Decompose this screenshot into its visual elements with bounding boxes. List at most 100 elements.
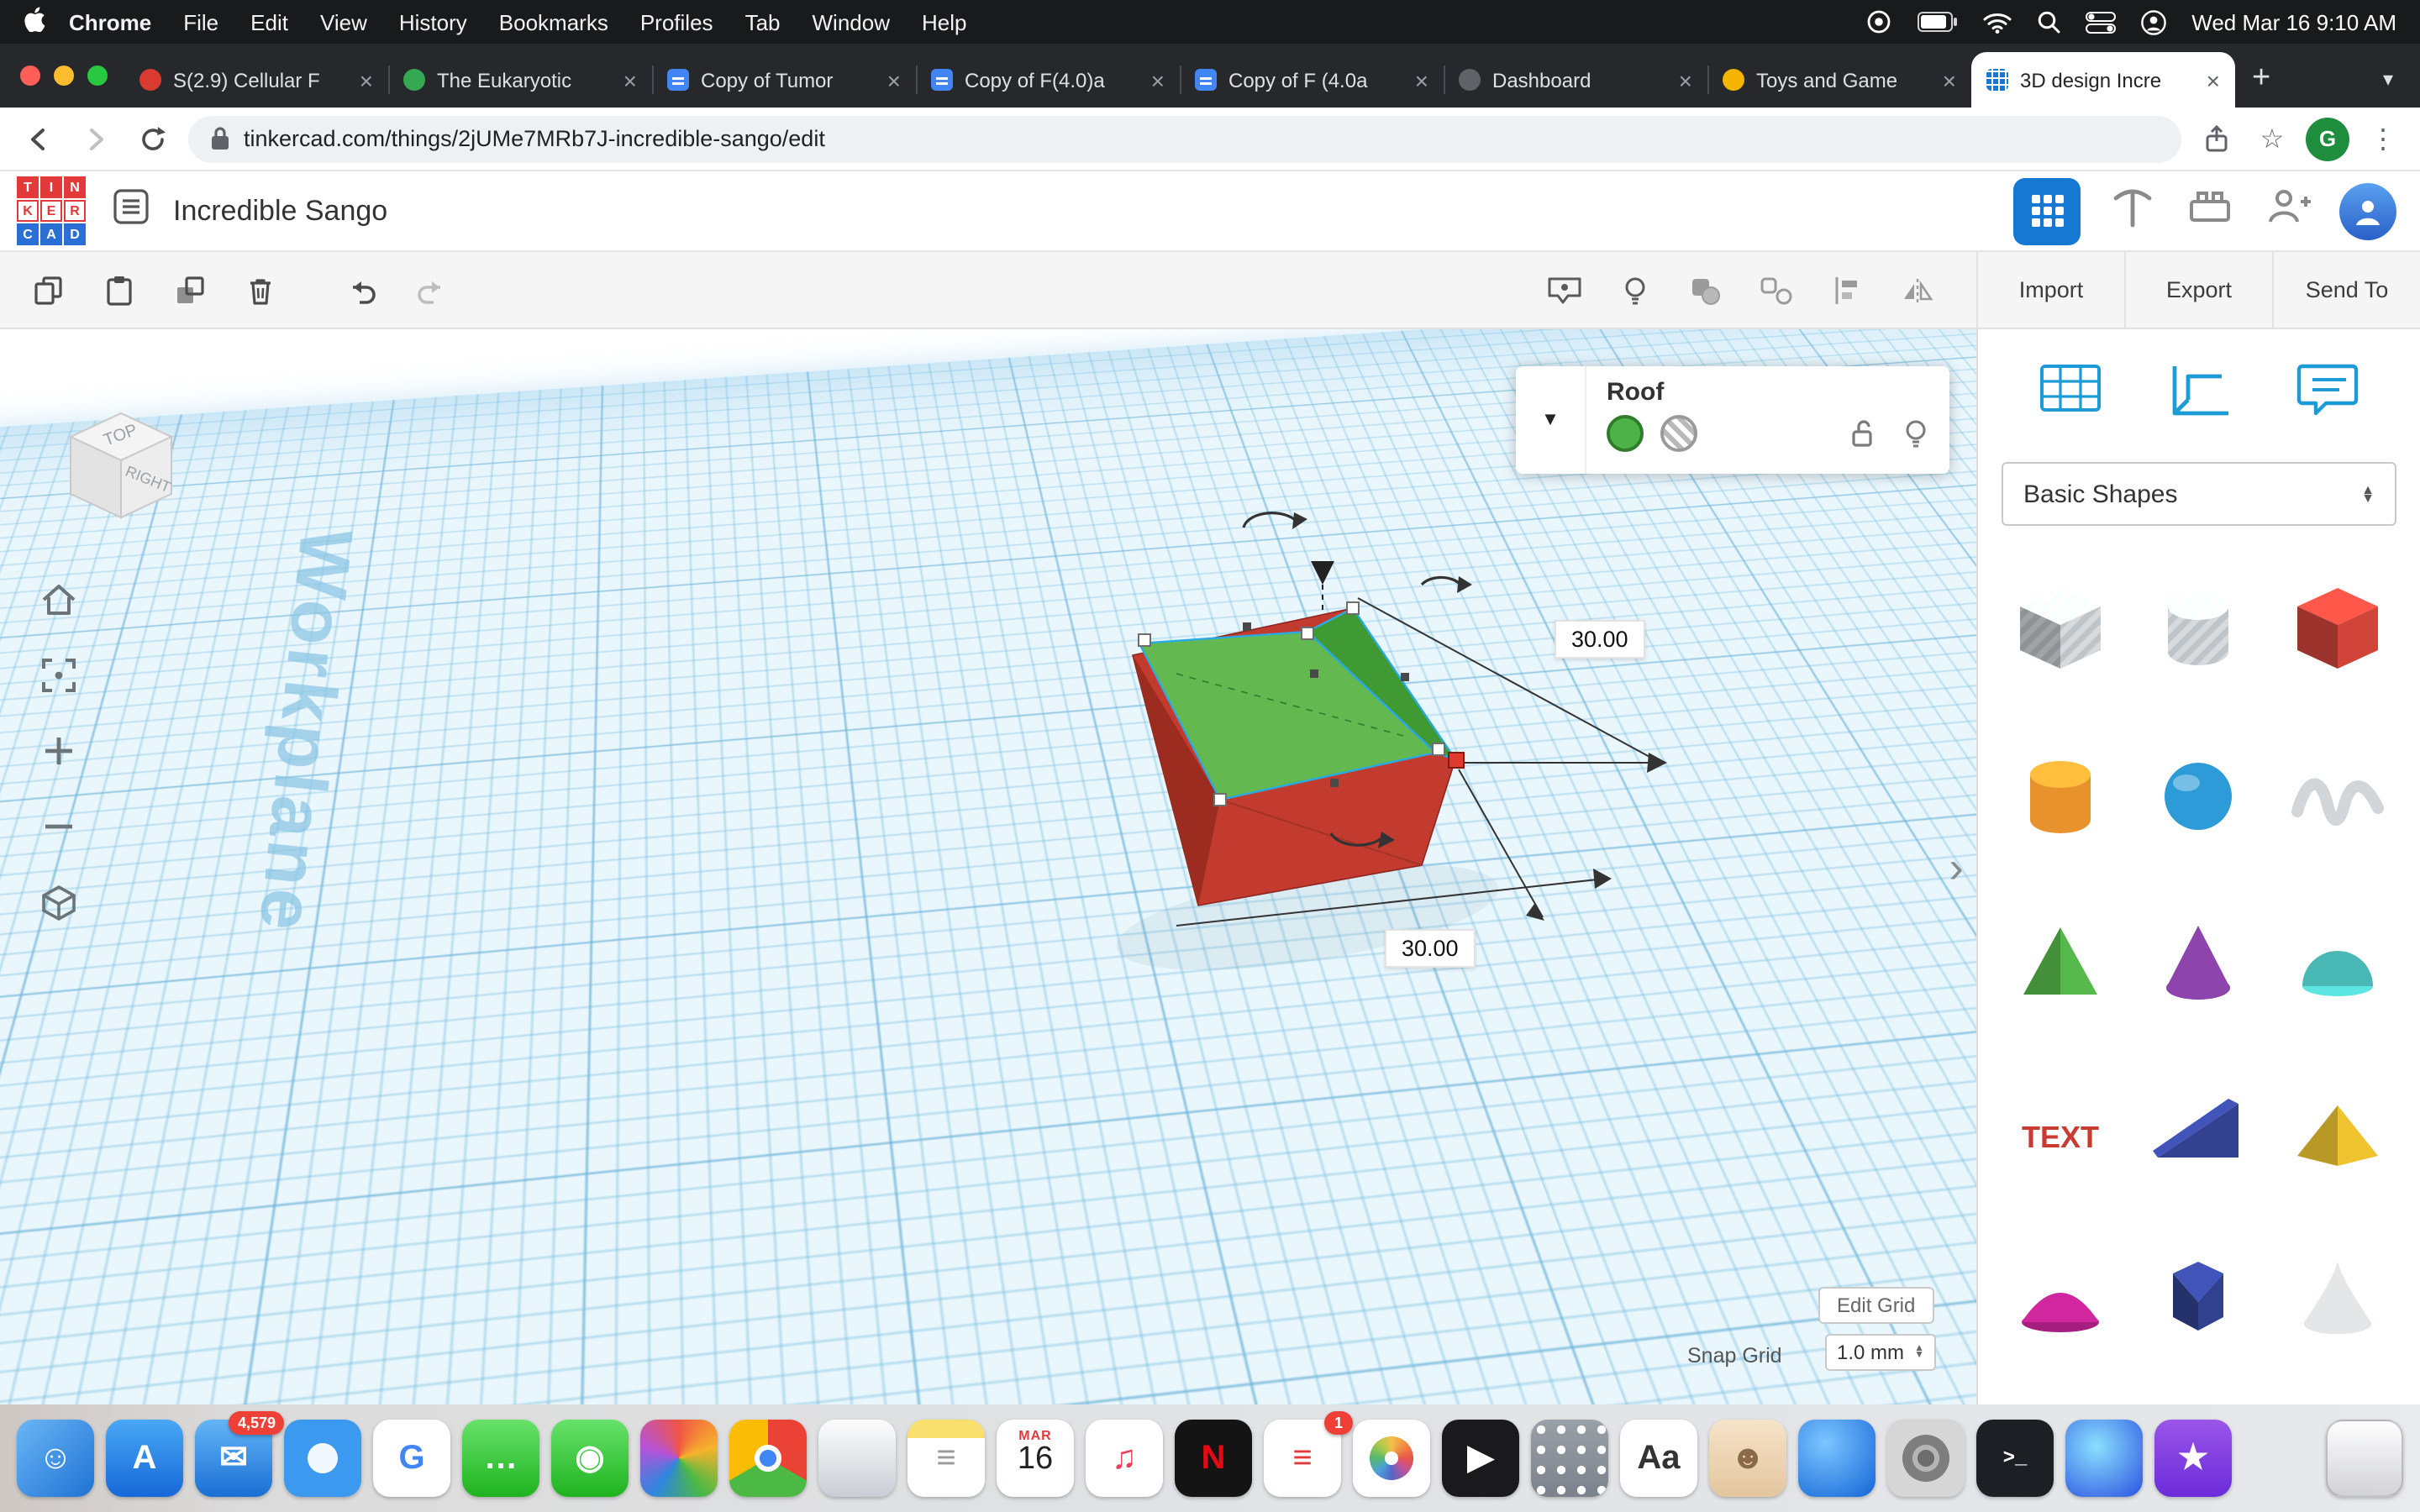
account-avatar[interactable]	[2339, 182, 2396, 239]
reload-button[interactable]	[131, 117, 175, 160]
address-bar[interactable]: tinkercad.com/things/2jUMe7MRb7J-incredi…	[188, 115, 2181, 162]
collapse-sidebar-handle[interactable]: ›	[1939, 827, 1973, 907]
workplane-tool-icon[interactable]	[2035, 356, 2106, 432]
new-tab-button[interactable]: +	[2235, 60, 2287, 108]
shape-text-icon[interactable]: TEXT	[1998, 1060, 2123, 1201]
tab-close-icon[interactable]: ×	[1679, 68, 1692, 92]
screen-recording-icon[interactable]	[1865, 8, 1892, 35]
edit-grid-button[interactable]: Edit Grid	[1818, 1287, 1934, 1324]
shape-sphere-icon[interactable]	[2137, 724, 2261, 865]
tab-close-icon[interactable]: ×	[360, 68, 373, 92]
paste-button[interactable]	[84, 258, 155, 322]
browser-tab[interactable]: Copy of F(4.0)a ×	[916, 52, 1180, 108]
show-all-button[interactable]	[1529, 258, 1600, 322]
dock-files-icon[interactable]	[818, 1420, 896, 1497]
shape-wedge-icon[interactable]	[2137, 1060, 2261, 1201]
shape-half-sphere-icon[interactable]	[2275, 892, 2400, 1033]
menu-profiles[interactable]: Profiles	[640, 9, 713, 34]
minimize-window-button[interactable]	[54, 66, 74, 86]
shape-cylinder-transparent-icon[interactable]	[2137, 556, 2261, 697]
group-button[interactable]	[1670, 258, 1741, 322]
stepper-arrows-icon[interactable]: ▲ ▼	[1914, 1344, 1924, 1361]
dock-trash-icon[interactable]	[2326, 1420, 2403, 1497]
share-collaborate-icon[interactable]	[2262, 181, 2312, 240]
export-button[interactable]: Export	[2126, 252, 2274, 328]
shape-box-transparent-icon[interactable]	[1998, 556, 2123, 697]
import-button[interactable]: Import	[1978, 252, 2126, 328]
dock-messages-icon[interactable]: …	[462, 1420, 539, 1497]
menu-bookmarks[interactable]: Bookmarks	[499, 9, 608, 34]
tab-close-icon[interactable]: ×	[2207, 68, 2220, 92]
ungroup-button[interactable]	[1741, 258, 1812, 322]
shape-cylinder-icon[interactable]	[1998, 724, 2123, 865]
dimension-width[interactable]: 30.00	[1555, 620, 1645, 659]
design-title[interactable]: Incredible Sango	[173, 194, 387, 228]
share-icon[interactable]	[2195, 117, 2238, 160]
align-button[interactable]	[1812, 258, 1882, 322]
hide-lightbulb-icon[interactable]	[1902, 418, 1929, 449]
dock-contacts-icon[interactable]: ☻	[1709, 1420, 1786, 1497]
undo-button[interactable]	[326, 258, 397, 322]
apple-menu-icon[interactable]	[24, 7, 45, 37]
dock-launchpad-icon[interactable]	[1531, 1420, 1608, 1497]
unlock-icon[interactable]	[1849, 418, 1879, 449]
menu-chrome[interactable]: Chrome	[69, 9, 151, 34]
redo-button[interactable]	[397, 258, 467, 322]
dock-app-store-icon[interactable]: A	[106, 1420, 183, 1497]
dock-utility-icon[interactable]: >_	[1976, 1420, 2054, 1497]
browser-tab[interactable]: 3D design Incre ×	[1971, 52, 2235, 108]
profile-avatar[interactable]: G	[2306, 117, 2349, 160]
dimension-depth[interactable]: 30.00	[1385, 929, 1476, 968]
back-button[interactable]	[17, 117, 60, 160]
dock-finder-icon[interactable]: ☺	[17, 1420, 94, 1497]
3d-design-mode-button[interactable]	[2013, 177, 2081, 244]
duplicate-button[interactable]	[155, 258, 225, 322]
dock-siri-icon[interactable]	[2065, 1420, 2143, 1497]
chrome-menu-icon[interactable]: ⋮	[2363, 122, 2403, 155]
browser-tab[interactable]: Toys and Game ×	[1707, 52, 1971, 108]
browser-tab[interactable]: Copy of Tumor ×	[652, 52, 916, 108]
delete-button[interactable]	[225, 258, 296, 322]
dock-settings-icon[interactable]	[1887, 1420, 1965, 1497]
dock-dictionary-icon[interactable]: Aa	[1620, 1420, 1697, 1497]
dock-creative-icon[interactable]	[640, 1420, 718, 1497]
tab-close-icon[interactable]: ×	[1151, 68, 1165, 92]
shape-polygon-icon[interactable]	[2137, 1228, 2261, 1369]
shape-cone-icon[interactable]	[2137, 892, 2261, 1033]
menu-help[interactable]: Help	[922, 9, 967, 34]
menu-file[interactable]: File	[183, 9, 218, 34]
spotlight-icon[interactable]	[2037, 10, 2060, 34]
mirror-button[interactable]	[1882, 258, 1953, 322]
tab-close-icon[interactable]: ×	[887, 68, 901, 92]
dock-preview-icon[interactable]	[1798, 1420, 1876, 1497]
tab-close-icon[interactable]: ×	[623, 68, 637, 92]
dock-facetime-icon[interactable]: ◉	[551, 1420, 629, 1497]
menu-window[interactable]: Window	[813, 9, 891, 34]
shape-roof-icon[interactable]	[2275, 1060, 2400, 1201]
dock-calendar-icon[interactable]: MAR 16	[997, 1420, 1074, 1497]
dock-photos-icon[interactable]	[1353, 1420, 1430, 1497]
minecraft-export-icon[interactable]	[2107, 181, 2158, 240]
dock-game-icon[interactable]: ★	[2154, 1420, 2232, 1497]
browser-tab[interactable]: S(2.9) Cellular F ×	[124, 52, 388, 108]
menubar-clock[interactable]: Wed Mar 16 9:10 AM	[2191, 9, 2396, 34]
menu-view[interactable]: View	[320, 9, 367, 34]
dock-notes-icon[interactable]: ≡	[908, 1420, 985, 1497]
shape-box-icon[interactable]	[2275, 556, 2400, 697]
tab-search-icon[interactable]: ▾	[2370, 67, 2407, 108]
send-to-button[interactable]: Send To	[2274, 252, 2420, 328]
brick-export-icon[interactable]	[2185, 181, 2235, 240]
zoom-window-button[interactable]	[87, 66, 108, 86]
dock-google-icon[interactable]: G	[373, 1420, 450, 1497]
menu-history[interactable]: History	[399, 9, 467, 34]
color-swatch-transparent[interactable]	[1660, 415, 1697, 452]
notes-tool-icon[interactable]	[2292, 356, 2363, 432]
ruler-tool-icon[interactable]	[2164, 356, 2234, 432]
menu-tab[interactable]: Tab	[745, 9, 781, 34]
shape-round-roof-icon[interactable]	[1998, 1228, 2123, 1369]
design-list-icon[interactable]	[113, 188, 150, 234]
copy-button[interactable]	[13, 258, 84, 322]
dock-netflix-icon[interactable]: N	[1175, 1420, 1252, 1497]
dock-mail-icon[interactable]: ✉ 4,579	[195, 1411, 284, 1497]
dock-safari-icon[interactable]	[284, 1420, 361, 1497]
